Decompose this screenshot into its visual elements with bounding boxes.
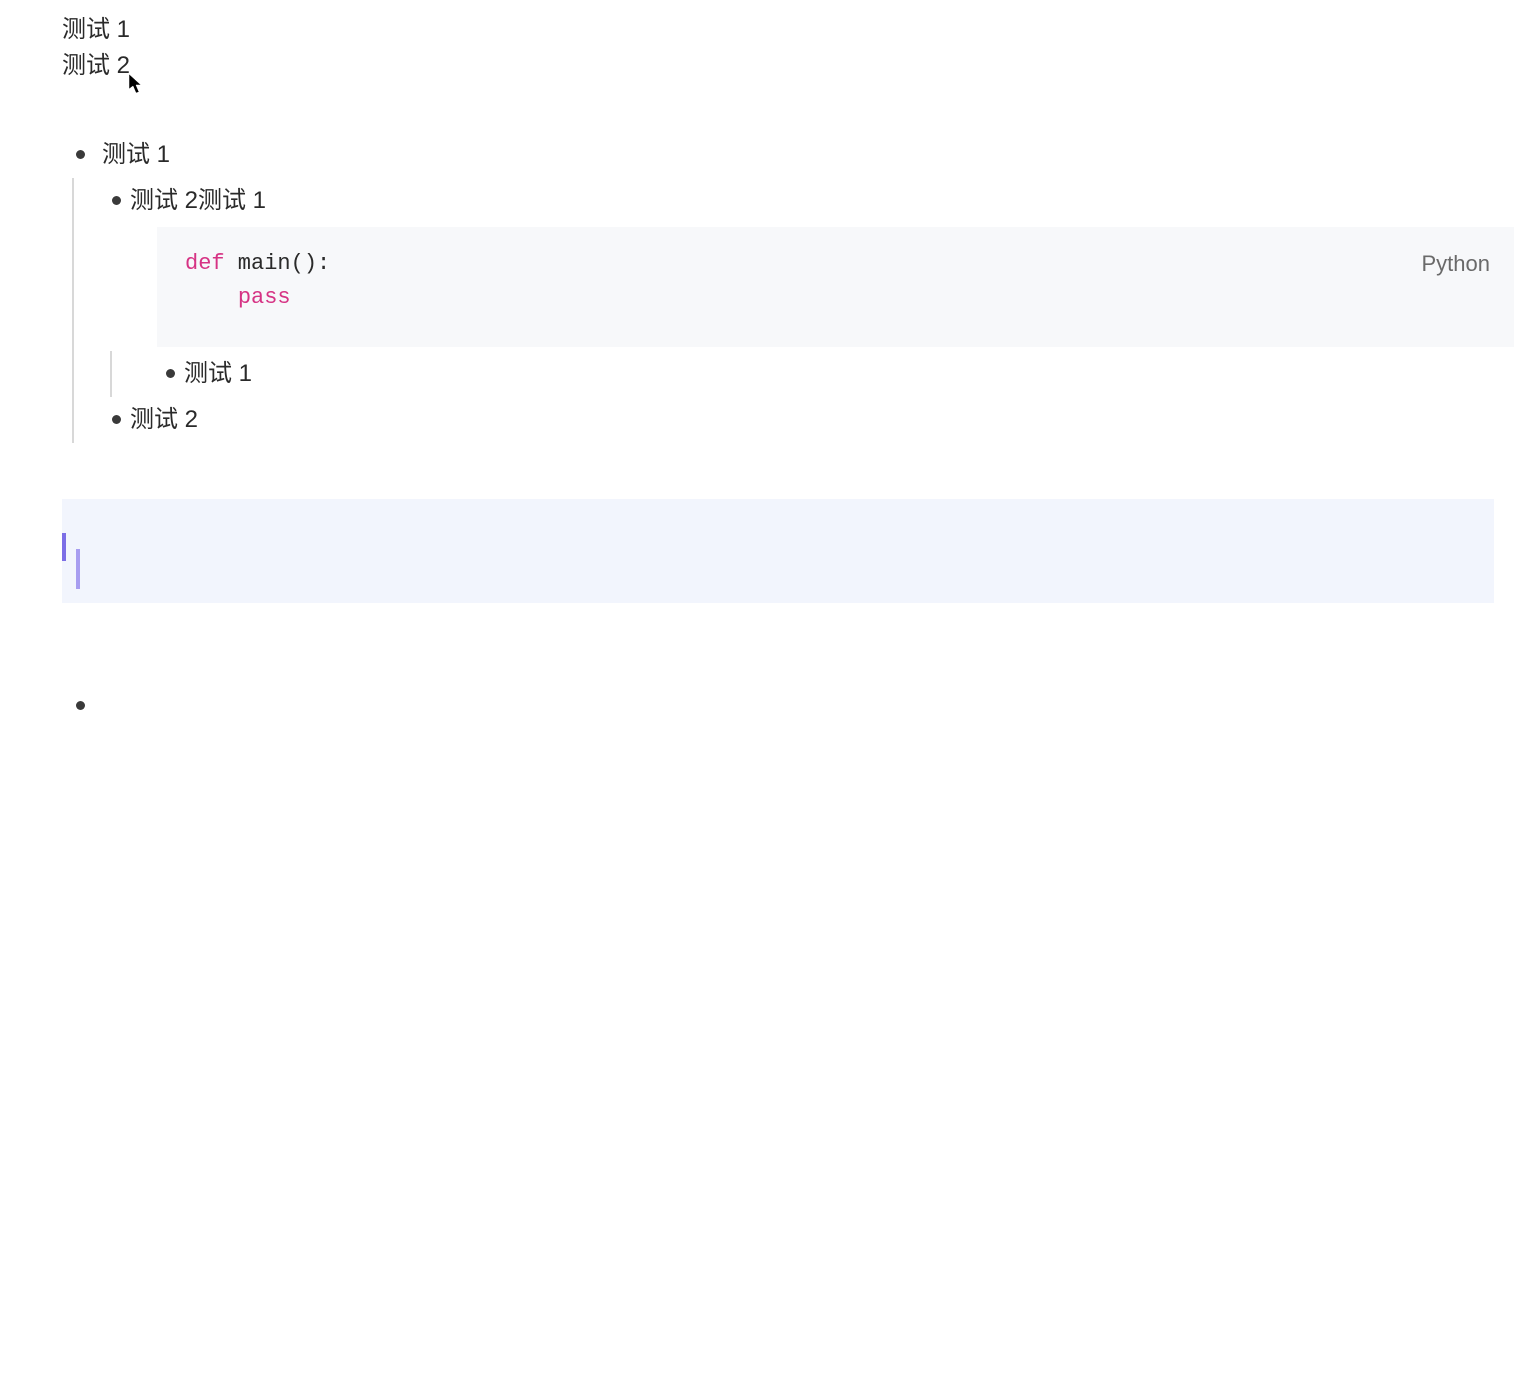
code-content[interactable]: def main(): pass [185, 247, 1486, 315]
blockquote[interactable] [62, 499, 1494, 603]
bullet-icon [112, 415, 121, 424]
bullet-icon [166, 369, 175, 378]
list-item[interactable]: 测试 1 [112, 351, 1494, 397]
list-item-text: 测试 1 [184, 360, 252, 387]
bullet-icon [76, 150, 85, 159]
list-item[interactable]: 测试 2 [74, 397, 1494, 443]
list-item[interactable]: 测试 1 测试 2测试 1 Python def main(): pass 测试… [62, 132, 1494, 443]
code-block[interactable]: Python def main(): pass [157, 227, 1514, 347]
bullet-icon [76, 701, 85, 710]
list-item-text: 测试 1 [102, 141, 170, 168]
list-item[interactable]: 测试 2测试 1 Python def main(): pass 测试 1 [74, 178, 1494, 397]
bullet-icon [112, 196, 121, 205]
plain-line-1[interactable]: 测试 1 [62, 12, 1494, 48]
list-item[interactable] [62, 683, 1494, 713]
bullet-list-empty[interactable] [62, 683, 1494, 713]
quote-bar-icon [62, 533, 66, 561]
nested-list-2[interactable]: 测试 1 [110, 351, 1494, 397]
list-item-text: 测试 2 [130, 406, 198, 433]
nested-list[interactable]: 测试 2测试 1 Python def main(): pass 测试 1 [72, 178, 1494, 443]
quote-bar-icon [76, 549, 80, 589]
bullet-list[interactable]: 测试 1 测试 2测试 1 Python def main(): pass 测试… [62, 132, 1494, 443]
list-item-text: 测试 2测试 1 [130, 187, 266, 214]
plain-line-2[interactable]: 测试 2 [62, 48, 1494, 84]
code-language-label: Python [1422, 243, 1491, 285]
